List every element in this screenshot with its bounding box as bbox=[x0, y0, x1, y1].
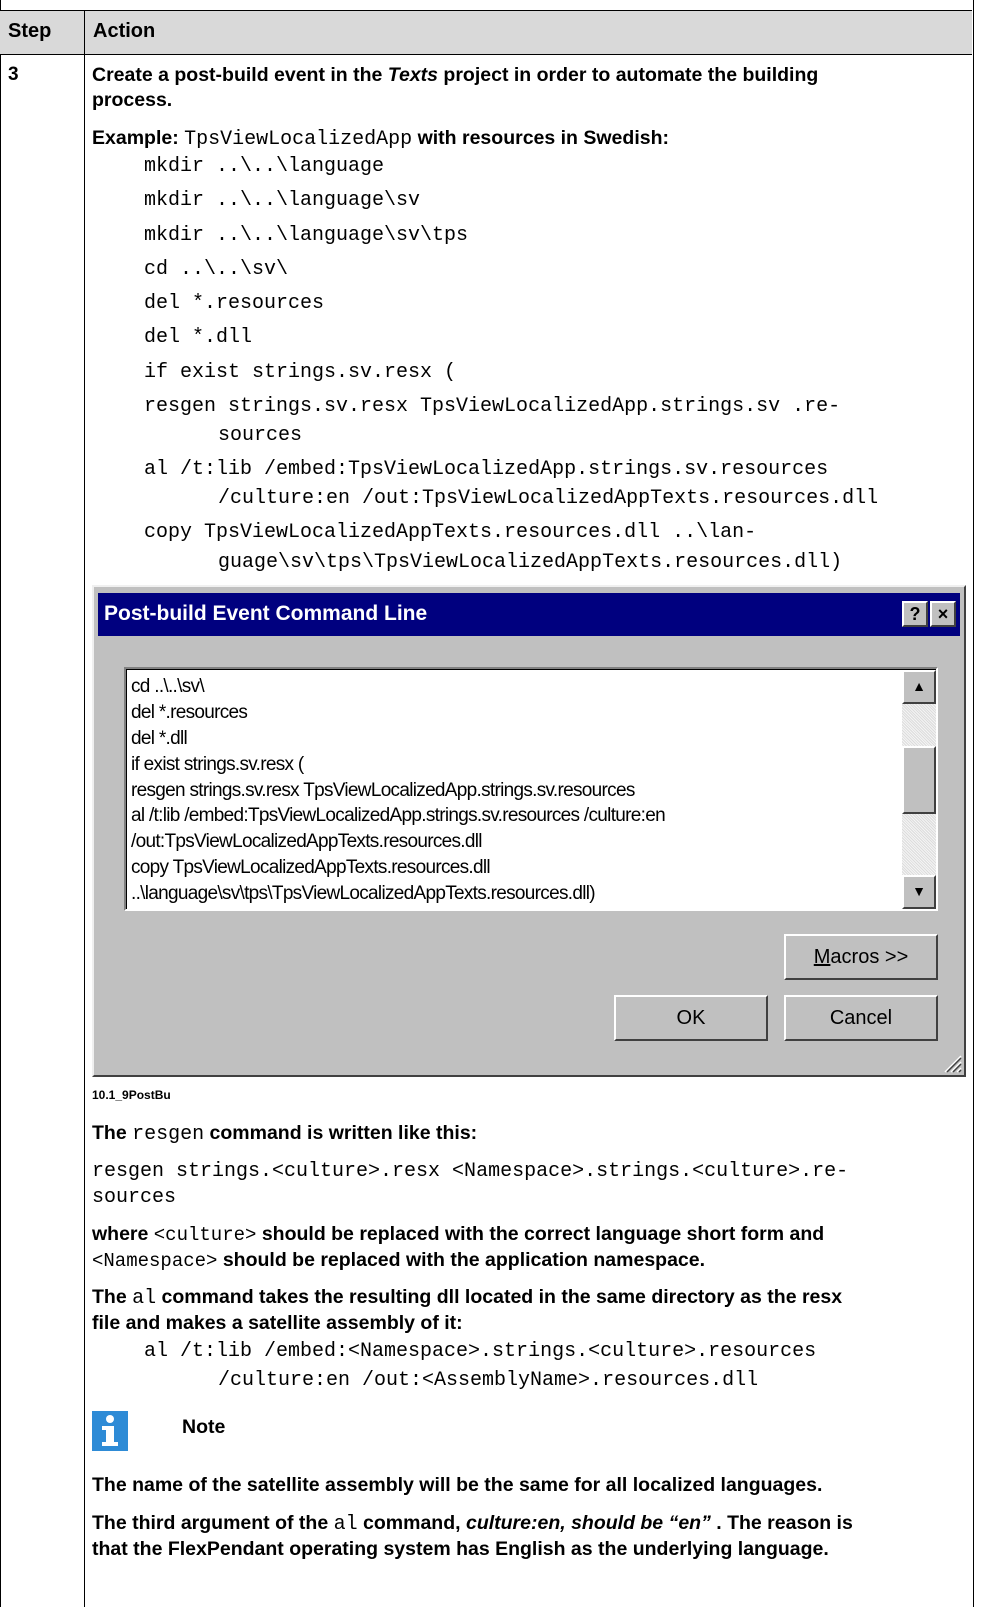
code-line: if exist strings.sv.resx ( bbox=[144, 361, 457, 384]
al-syntax-line: al /t:lib /embed:<Namespace>.strings.<cu… bbox=[144, 1340, 817, 1363]
help-icon[interactable]: ? bbox=[902, 601, 928, 627]
textarea-line: copy TpsViewLocalizedAppTexts.resources.… bbox=[131, 857, 491, 878]
al-syntax-line: /culture:en /out:<AssemblyName>.resource… bbox=[218, 1369, 759, 1392]
code-line: al /t:lib /embed:TpsViewLocalizedApp.str… bbox=[144, 458, 829, 481]
resgen-paragraph: The resgen command is written like this: bbox=[92, 1122, 478, 1146]
textarea-line: resgen strings.sv.resx TpsViewLocalizedA… bbox=[131, 780, 635, 801]
step-number: 3 bbox=[8, 64, 19, 85]
al-paragraph-line-1: The al command takes the resulting dll l… bbox=[92, 1286, 843, 1310]
code-line: del *.dll bbox=[144, 326, 253, 349]
textarea-line: del *.dll bbox=[131, 728, 188, 749]
where-line-2: <Namespace> should be replaced with the … bbox=[92, 1249, 706, 1272]
command-line-textarea[interactable]: cd ..\..\sv\ del *.resources del *.dll i… bbox=[124, 667, 938, 911]
intro-line-2: process. bbox=[92, 89, 173, 111]
code-line: mkdir ..\..\language bbox=[144, 155, 385, 178]
textarea-line: al /t:lib /embed:TpsViewLocalizedApp.str… bbox=[131, 805, 666, 826]
intro-line-1: Create a post-build event in the Texts p… bbox=[92, 64, 819, 86]
ok-button[interactable]: OK bbox=[614, 995, 768, 1041]
header-step: Step bbox=[8, 20, 52, 42]
code-line: cd ..\..\sv\ bbox=[144, 258, 289, 281]
code-line: mkdir ..\..\language\sv\tps bbox=[144, 224, 469, 247]
textarea-line: if exist strings.sv.resx ( bbox=[131, 754, 304, 775]
cancel-button[interactable]: Cancel bbox=[784, 995, 938, 1041]
dialog-titlebar: Post-build Event Command Line ? × bbox=[98, 593, 960, 636]
column-divider bbox=[84, 10, 85, 1607]
macros-button[interactable]: Macros >> bbox=[784, 934, 938, 980]
note-line-1: The name of the satellite assembly will … bbox=[92, 1474, 823, 1496]
note-line-2: The third argument of the al command, cu… bbox=[92, 1512, 853, 1536]
example-line: Example: TpsViewLocalizedApp with resour… bbox=[92, 127, 669, 151]
code-line: mkdir ..\..\language\sv bbox=[144, 189, 421, 212]
resgen-syntax-line: sources bbox=[92, 1186, 177, 1209]
note-heading: Note bbox=[182, 1416, 226, 1438]
code-line: sources bbox=[218, 424, 303, 447]
textarea-line: cd ..\..\sv\ bbox=[131, 676, 205, 697]
header-action: Action bbox=[93, 20, 156, 42]
vertical-scrollbar[interactable]: ▲ ▼ bbox=[902, 670, 936, 909]
close-icon[interactable]: × bbox=[930, 601, 956, 627]
note-line-3: that the FlexPendant operating system ha… bbox=[92, 1538, 829, 1560]
scroll-down-icon[interactable]: ▼ bbox=[902, 875, 936, 909]
textarea-line: ..\language\sv\tps\TpsViewLocalizedAppTe… bbox=[131, 883, 596, 904]
post-build-dialog: Post-build Event Command Line ? × cd ..\… bbox=[92, 585, 966, 1077]
dialog-title: Post-build Event Command Line bbox=[104, 602, 428, 625]
al-paragraph-line-2: file and makes a satellite assembly of i… bbox=[92, 1312, 463, 1334]
code-line: resgen strings.sv.resx TpsViewLocalizedA… bbox=[144, 395, 841, 418]
resize-grip-icon[interactable] bbox=[940, 1051, 962, 1073]
where-line-1: where <culture> should be replaced with … bbox=[92, 1223, 825, 1246]
code-line: guage\sv\tps\TpsViewLocalizedAppTexts.re… bbox=[218, 551, 843, 574]
code-line: copy TpsViewLocalizedAppTexts.resources.… bbox=[144, 521, 757, 544]
figure-caption: 10.1_9PostBu bbox=[92, 1088, 171, 1102]
code-line: del *.resources bbox=[144, 292, 325, 315]
resgen-syntax-line: resgen strings.<culture>.resx <Namespace… bbox=[92, 1160, 849, 1183]
textarea-line: del *.resources bbox=[131, 702, 248, 723]
textarea-line: /out:TpsViewLocalizedAppTexts.resources.… bbox=[131, 831, 483, 852]
scroll-thumb[interactable] bbox=[902, 746, 936, 814]
code-line: /culture:en /out:TpsViewLocalizedAppText… bbox=[218, 487, 879, 510]
scroll-up-icon[interactable]: ▲ bbox=[902, 670, 936, 704]
info-icon bbox=[92, 1411, 128, 1451]
